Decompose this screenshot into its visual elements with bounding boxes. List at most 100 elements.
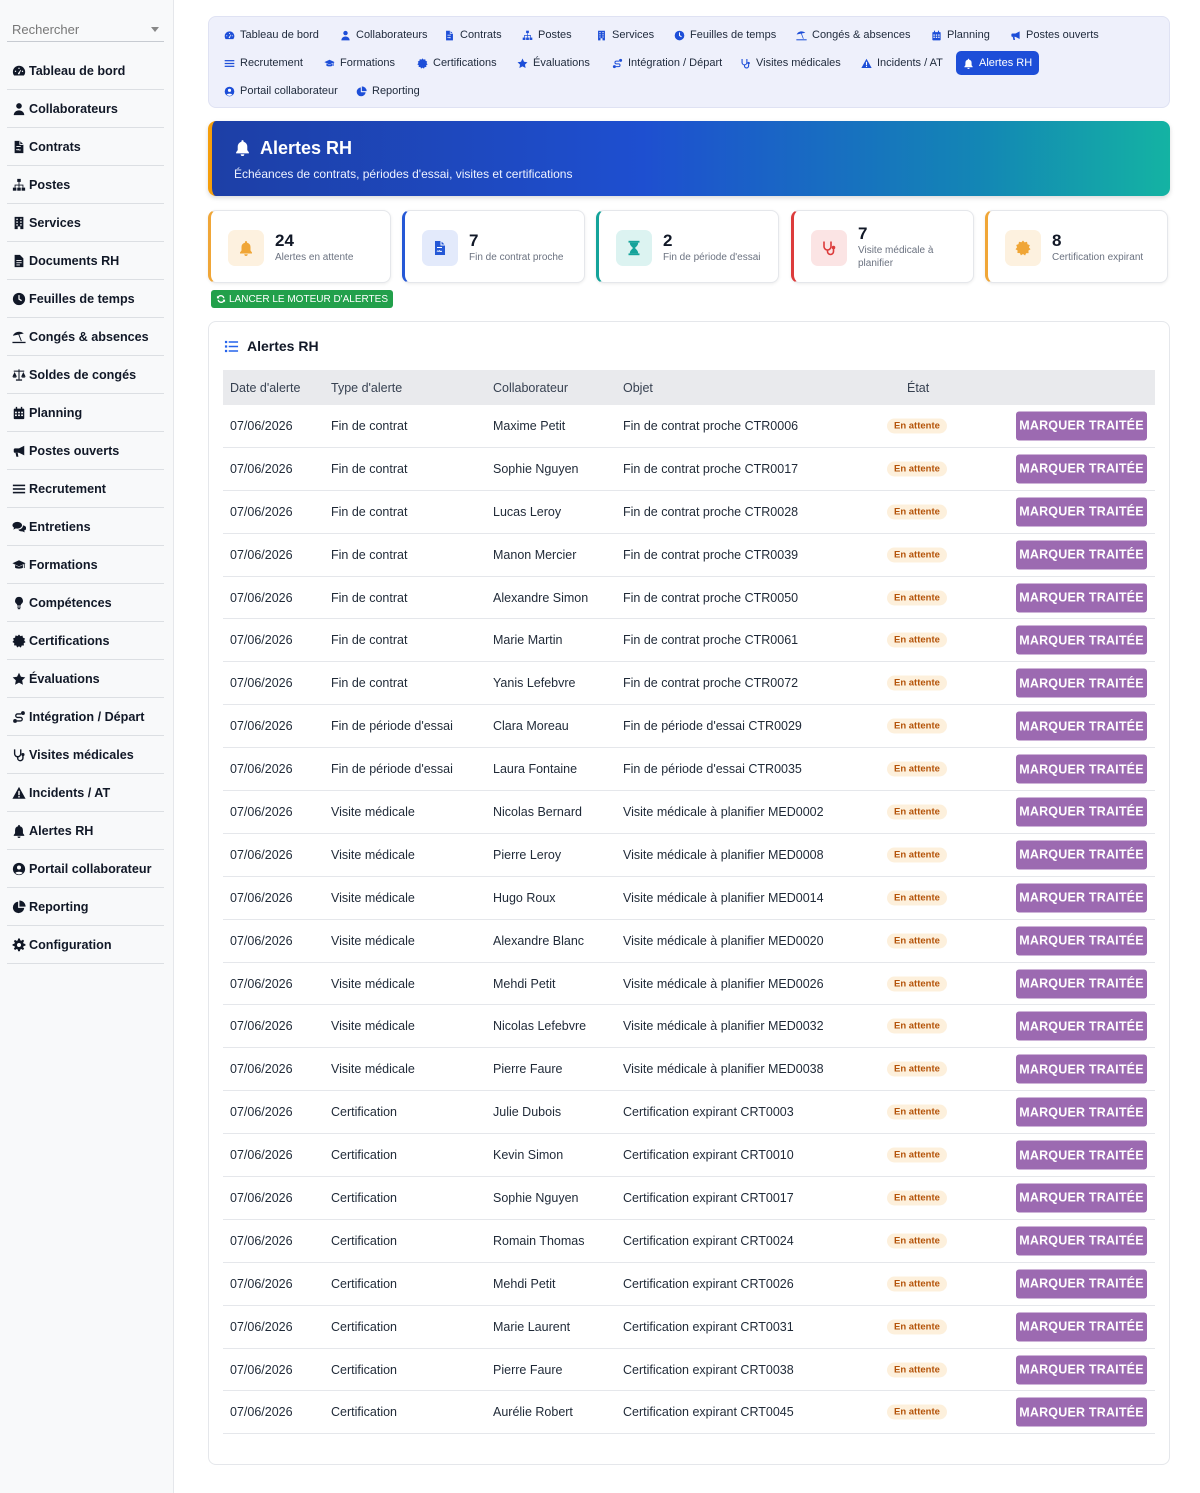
mark-processed-button[interactable]: MARQUER TRAITÉE xyxy=(1016,497,1147,527)
sidebar-item-bell[interactable]: Alertes RH xyxy=(7,812,164,850)
sidebar-item-gear[interactable]: Configuration xyxy=(7,926,164,964)
tab-bars[interactable]: Recrutement xyxy=(217,51,310,75)
cell-date: 07/06/2026 xyxy=(230,1062,293,1077)
sidebar-item-scale[interactable]: Soldes de congés xyxy=(7,356,164,394)
mark-processed-button[interactable]: MARQUER TRAITÉE xyxy=(1016,1183,1147,1213)
sidebar-item-gauge[interactable]: Tableau de bord xyxy=(7,52,164,90)
bell-icon xyxy=(12,824,26,838)
tab-user-circle[interactable]: Portail collaborateur xyxy=(217,79,345,103)
mark-processed-button[interactable]: MARQUER TRAITÉE xyxy=(1016,1355,1147,1385)
scale-icon xyxy=(12,368,26,382)
status-badge: En attente xyxy=(887,1104,947,1120)
mark-processed-button[interactable]: MARQUER TRAITÉE xyxy=(1016,969,1147,999)
mark-processed-button[interactable]: MARQUER TRAITÉE xyxy=(1016,1226,1147,1256)
tab-bullhorn[interactable]: Postes ouverts xyxy=(1003,23,1106,47)
mark-processed-button[interactable]: MARQUER TRAITÉE xyxy=(1016,625,1147,655)
cell-date: 07/06/2026 xyxy=(230,933,293,948)
stat-card: 7 Visite médicale à planifier xyxy=(791,210,974,283)
sidebar-item-building[interactable]: Services xyxy=(7,204,164,242)
cell-employee: Yanis Lefebvre xyxy=(493,676,576,691)
tab-gauge[interactable]: Tableau de bord xyxy=(217,23,326,47)
cell-date: 07/06/2026 xyxy=(230,504,293,519)
tab-calendar[interactable]: Planning xyxy=(924,23,997,47)
stat-icon-box xyxy=(1005,230,1041,266)
sidebar-item-file-contract[interactable]: Contrats xyxy=(7,128,164,166)
umbrella-beach-icon xyxy=(12,330,26,344)
page-subtitle: Échéances de contrats, périodes d'essai,… xyxy=(234,167,573,181)
mark-processed-button[interactable]: MARQUER TRAITÉE xyxy=(1016,1312,1147,1342)
sidebar-item-user[interactable]: Collaborateurs xyxy=(7,90,164,128)
mark-processed-button[interactable]: MARQUER TRAITÉE xyxy=(1016,540,1147,570)
tab-umbrella-beach[interactable]: Congés & absences xyxy=(789,23,917,47)
tab-label: Postes xyxy=(538,29,572,41)
status-badge: En attente xyxy=(887,718,947,734)
tab-stethoscope[interactable]: Visites médicales xyxy=(733,51,848,75)
tab-route[interactable]: Intégration / Départ xyxy=(605,51,729,75)
tab-user[interactable]: Collaborateurs xyxy=(333,23,435,47)
cell-type: Fin de contrat xyxy=(331,676,408,691)
cell-type: Certification xyxy=(331,1190,397,1205)
mark-processed-button[interactable]: MARQUER TRAITÉE xyxy=(1016,754,1147,784)
building-icon xyxy=(12,216,26,230)
mark-processed-button[interactable]: MARQUER TRAITÉE xyxy=(1016,840,1147,870)
mark-processed-button[interactable]: MARQUER TRAITÉE xyxy=(1016,1269,1147,1299)
mark-processed-button[interactable]: MARQUER TRAITÉE xyxy=(1016,1097,1147,1127)
sidebar-item-sitemap[interactable]: Postes xyxy=(7,166,164,204)
table-row: 07/06/2026 Visite médicale Nicolas Lefebvr… xyxy=(223,1005,1155,1049)
tab-bell[interactable]: Alertes RH xyxy=(956,51,1040,75)
sidebar-item-file[interactable]: Documents RH xyxy=(7,242,164,280)
sidebar-item-warning[interactable]: Incidents / AT xyxy=(7,774,164,812)
sidebar-item-graduation-cap[interactable]: Formations xyxy=(7,546,164,584)
tab-file-contract[interactable]: Contrats xyxy=(437,23,509,47)
cell-object: Certification expirant CRT0003 xyxy=(623,1105,794,1120)
tab-certificate[interactable]: Certifications xyxy=(410,51,504,75)
sidebar-item-user-circle[interactable]: Portail collaborateur xyxy=(7,850,164,888)
sidebar: Rechercher Tableau de bord Collaborateurs… xyxy=(0,0,174,1493)
cell-date: 07/06/2026 xyxy=(230,719,293,734)
mark-processed-button[interactable]: MARQUER TRAITÉE xyxy=(1016,926,1147,956)
tab-clock[interactable]: Feuilles de temps xyxy=(667,23,783,47)
sidebar-item-route[interactable]: Intégration / Départ xyxy=(7,698,164,736)
mark-processed-button[interactable]: MARQUER TRAITÉE xyxy=(1016,1140,1147,1170)
tab-label: Collaborateurs xyxy=(356,29,428,41)
stat-value: 7 xyxy=(858,224,868,243)
sidebar-item-bullhorn[interactable]: Postes ouverts xyxy=(7,432,164,470)
table-row: 07/06/2026 Certification Pierre Faure Certi… xyxy=(223,1349,1155,1392)
sidebar-item-star[interactable]: Évaluations xyxy=(7,660,164,698)
bell-icon xyxy=(238,240,254,256)
sidebar-item-certificate[interactable]: Certifications xyxy=(7,622,164,660)
tab-sitemap[interactable]: Postes xyxy=(515,23,579,47)
sidebar-item-stethoscope[interactable]: Visites médicales xyxy=(7,736,164,774)
tab-graduation-cap[interactable]: Formations xyxy=(317,51,402,75)
mark-processed-button[interactable]: MARQUER TRAITÉE xyxy=(1016,711,1147,741)
building-icon xyxy=(596,30,607,41)
tab-warning[interactable]: Incidents / AT xyxy=(854,51,950,75)
mark-processed-button[interactable]: MARQUER TRAITÉE xyxy=(1016,454,1147,484)
search-select[interactable]: Rechercher xyxy=(7,18,164,42)
tab-chart-pie[interactable]: Reporting xyxy=(349,79,427,103)
mark-processed-button[interactable]: MARQUER TRAITÉE xyxy=(1016,1054,1147,1084)
mark-processed-button[interactable]: MARQUER TRAITÉE xyxy=(1016,668,1147,698)
sidebar-item-bars[interactable]: Recrutement xyxy=(7,470,164,508)
cell-object: Visite médicale à planifier MED0020 xyxy=(623,933,824,948)
cell-employee: Alexandre Simon xyxy=(493,590,589,605)
mark-processed-button[interactable]: MARQUER TRAITÉE xyxy=(1016,797,1147,827)
tab-star[interactable]: Évaluations xyxy=(510,51,597,75)
sidebar-item-calendar[interactable]: Planning xyxy=(7,394,164,432)
sidebar-item-lightbulb[interactable]: Compétences xyxy=(7,584,164,622)
mark-processed-button[interactable]: MARQUER TRAITÉE xyxy=(1016,583,1147,612)
run-alert-engine-button[interactable]: LANCER LE MOTEUR D'ALERTES xyxy=(211,290,393,308)
sidebar-item-label: Formations xyxy=(29,557,98,572)
mark-processed-button[interactable]: MARQUER TRAITÉE xyxy=(1016,1397,1147,1427)
gauge-icon xyxy=(224,30,235,41)
sidebar-item-clock[interactable]: Feuilles de temps xyxy=(7,280,164,318)
sidebar-item-chart-pie[interactable]: Reporting xyxy=(7,888,164,926)
mark-processed-button[interactable]: MARQUER TRAITÉE xyxy=(1016,883,1147,913)
mark-processed-button[interactable]: MARQUER TRAITÉE xyxy=(1016,1011,1147,1041)
mark-processed-button[interactable]: MARQUER TRAITÉE xyxy=(1016,411,1147,441)
sidebar-item-label: Alertes RH xyxy=(29,823,94,838)
sidebar-item-umbrella-beach[interactable]: Congés & absences xyxy=(7,318,164,356)
tab-building[interactable]: Services xyxy=(589,23,661,47)
cell-type: Visite médicale xyxy=(331,1019,415,1034)
sidebar-item-comments[interactable]: Entretiens xyxy=(7,508,164,546)
